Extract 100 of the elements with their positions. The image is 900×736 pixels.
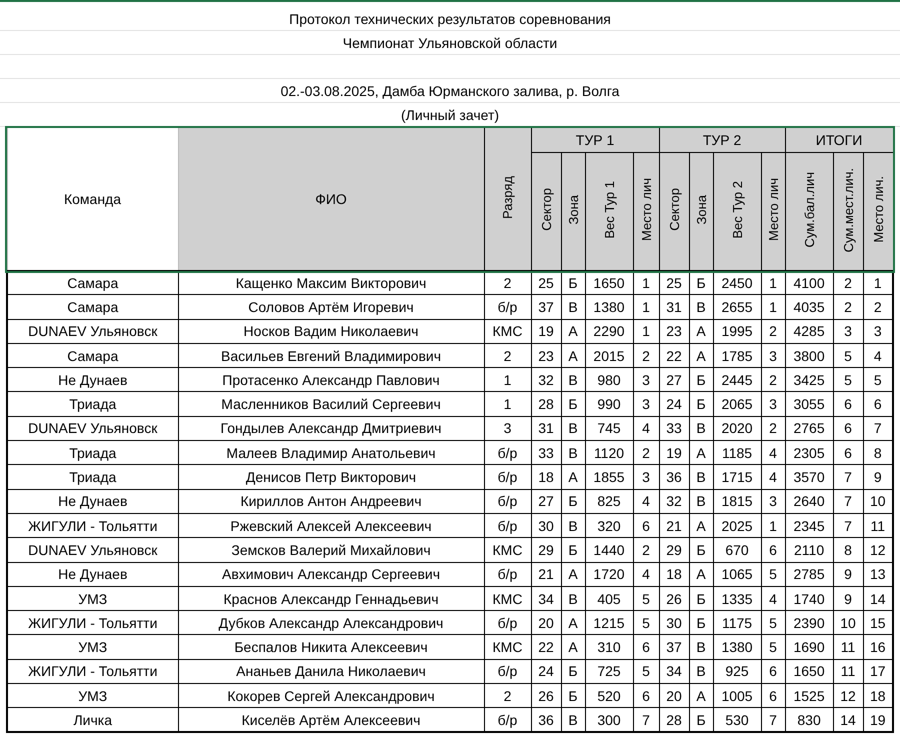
table-cell: 4 [633,489,660,514]
table-cell: 990 [585,392,633,416]
table-cell: 1065 [713,562,762,586]
table-cell: 925 [713,659,762,684]
table-cell: 1185 [713,440,762,465]
column-header: Разряд [484,128,531,270]
table-cell: 2065 [713,392,762,416]
table-cell: 6 [761,538,786,562]
table-cell: б/р [484,513,531,538]
table-cell: 1380 [585,294,633,320]
table-cell: Гондылев Александр Дмитриевич [178,416,484,441]
table-cell: Краснов Александр Геннадьевич [178,586,484,611]
table-cell: А [689,513,714,538]
table-cell: 26 [659,586,690,611]
table-cell: 6 [633,634,660,660]
table-cell: ЖИГУЛИ - Тольятти [7,659,178,684]
table-cell: 7 [833,464,864,490]
table-cell: б/р [484,489,531,514]
table-cell: б/р [484,610,531,635]
table-cell: Триада [7,464,178,490]
table-cell: 2025 [713,513,762,538]
table-cell: 11 [833,634,864,660]
table-cell: 520 [585,684,633,708]
table-cell: 33 [659,416,690,441]
table-cell: УМЗ [7,684,178,708]
column-header: Зона [689,152,714,270]
table-cell: Беспалов Никита Алексеевич [178,634,484,660]
table-cell: 2390 [785,610,834,635]
table-cell: 4 [633,416,660,441]
table-cell: 1715 [713,464,762,490]
table-cell: 32 [531,368,561,392]
table-cell: б/р [484,659,531,684]
table-cell: Б [689,610,714,635]
table-cell: 24 [531,659,561,684]
table-cell: 34 [531,586,561,611]
table-cell: 2655 [713,294,762,320]
table-cell: 3800 [785,343,834,368]
table-cell: Протасенко Александр Павлович [178,368,484,392]
table-cell: 5 [761,634,786,660]
table-cell: 2015 [585,343,633,368]
table-cell: Кириллов Антон Андреевич [178,489,484,514]
table-cell: Кокорев Сергей Александрович [178,684,484,708]
table-cell: 1720 [585,562,633,586]
table-cell: 1 [633,270,660,295]
table-cell: 8 [833,538,864,562]
table-cell: DUNAEV Ульяновск [7,319,178,344]
table-cell: 405 [585,586,633,611]
table-cell: 1650 [785,659,834,684]
table-cell: 4 [633,562,660,586]
table-cell: 9 [833,586,864,611]
table-cell: 12 [833,684,864,708]
table-cell: 1 [761,270,786,295]
table-cell: Триада [7,392,178,416]
table-cell: 10 [833,610,864,635]
table-cell: В [689,489,714,514]
table-cell: 18 [531,464,561,490]
table-cell: 1 [761,294,786,320]
table-cell: 6 [761,659,786,684]
column-header: Сум.бал.лич [785,152,834,270]
column-header: Место лич [633,152,660,270]
table-cell: 2445 [713,368,762,392]
table-cell: В [561,416,585,441]
table-cell: 11 [833,659,864,684]
table-cell: Не Дунаев [7,368,178,392]
column-header: Вес Тур 1 [585,152,633,270]
table-cell: 25 [531,270,561,295]
table-cell: 3 [633,368,660,392]
report-subtitle: 02.-03.08.2025, Дамба Юрманского залива, р. Волга [280,82,620,98]
table-cell: 1215 [585,610,633,635]
table-cell: 27 [531,489,561,514]
table-cell: Земсков Валерий Михайлович [178,538,484,562]
table-cell: 23 [531,343,561,368]
table-cell: 1380 [713,634,762,660]
table-cell: 2 [484,270,531,295]
table-cell: ЖИГУЛИ - Тольятти [7,610,178,635]
table-cell: 3 [633,464,660,490]
table-cell: 1785 [713,343,762,368]
table-cell: 670 [713,538,762,562]
table-cell: Ржевский Алексей Алексеевич [178,513,484,538]
table-cell: 2 [761,319,786,344]
table-cell: 37 [659,634,690,660]
table-cell: Дубков Александр Александрович [178,610,484,635]
table-cell: 6 [633,513,660,538]
column-header: Зона [561,152,585,270]
table-cell: 310 [585,634,633,660]
table-cell: 4 [761,464,786,490]
table-cell: В [561,368,585,392]
table-cell: 1690 [785,634,834,660]
table-cell: 22 [531,634,561,660]
table-cell: 1120 [585,440,633,465]
table-cell: 5 [761,562,786,586]
table-cell: 1 [633,294,660,320]
table-cell: ЖИГУЛИ - Тольятти [7,513,178,538]
table-cell: Б [561,659,585,684]
table-cell: 825 [585,489,633,514]
table-cell: 5 [633,610,660,635]
table-cell: 2 [761,368,786,392]
table-cell: 1650 [585,270,633,295]
table-cell: 1 [633,319,660,344]
column-header: Сектор [531,152,561,270]
